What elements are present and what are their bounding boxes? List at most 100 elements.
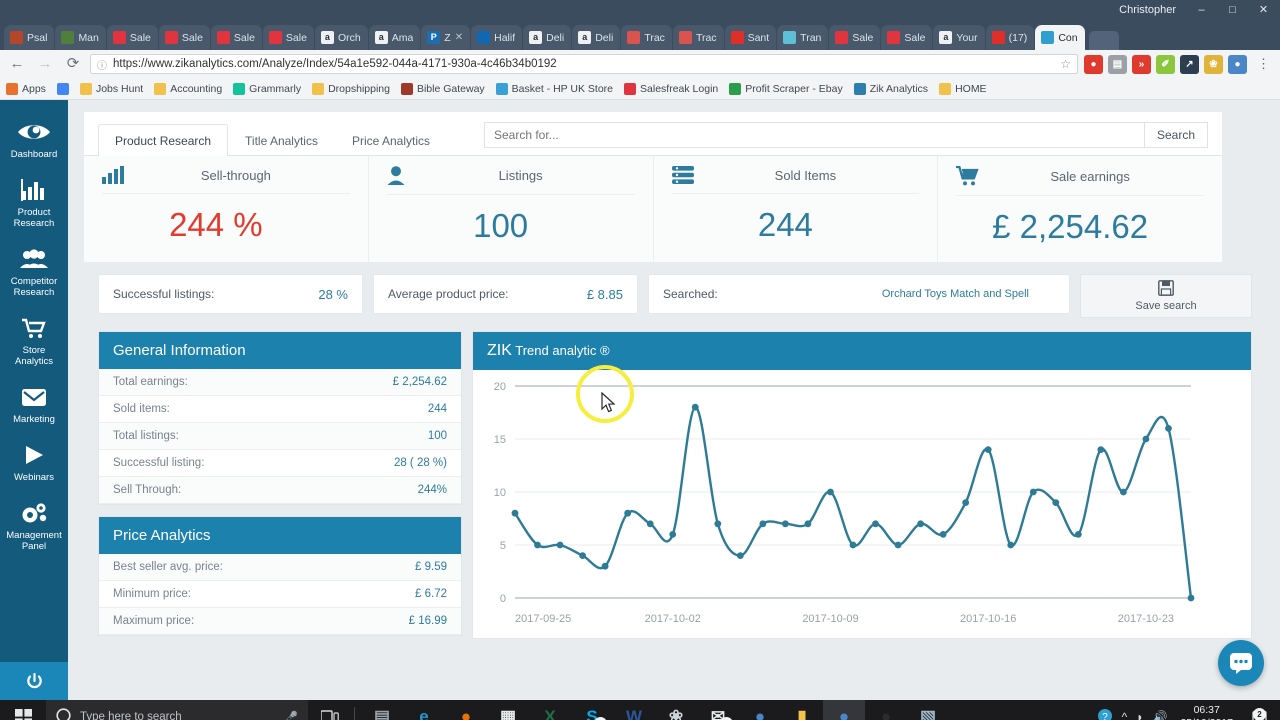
taskbar-app-excel[interactable]: X <box>529 700 571 720</box>
bookmark-item[interactable]: Zik Analytics <box>853 82 928 95</box>
bookmark-item[interactable]: Dropshipping <box>312 82 390 95</box>
chart-data-point[interactable] <box>691 403 699 411</box>
sidebar-item-dashboard[interactable]: Dashboard <box>0 110 68 168</box>
maximize-button[interactable]: □ <box>1218 1 1247 20</box>
chart-data-point[interactable] <box>917 520 924 528</box>
sidebar-item-product-research[interactable]: Product Research <box>0 168 68 237</box>
chart-data-point[interactable] <box>579 552 586 559</box>
chart-data-point[interactable] <box>1120 488 1127 496</box>
tab-price-analytics[interactable]: Price Analytics <box>335 124 447 156</box>
taskbar-app-explorer[interactable]: ▮ <box>781 700 823 720</box>
chart-data-point[interactable] <box>1187 594 1195 602</box>
chart-data-point[interactable] <box>556 541 564 549</box>
start-button[interactable] <box>0 700 46 720</box>
close-window-button[interactable]: ✕ <box>1249 1 1278 20</box>
chart-data-point[interactable] <box>872 520 879 528</box>
new-tab-button[interactable] <box>1088 31 1119 50</box>
browser-tab[interactable]: Sale <box>210 25 262 50</box>
browser-tab[interactable]: P Z ✕ <box>421 25 471 50</box>
taskbar-app-chrome[interactable]: ● <box>823 700 865 720</box>
taskbar-app-calculator[interactable]: ▦ <box>487 700 529 720</box>
globe-icon[interactable]: ● <box>1228 54 1247 74</box>
browser-tab[interactable]: Trac <box>672 25 724 50</box>
bookmark-item[interactable]: HOME <box>939 82 987 95</box>
chart-data-point[interactable] <box>782 520 789 528</box>
sidebar-item-competitor-research[interactable]: Competitor Research <box>0 237 68 306</box>
browser-tab[interactable]: a Deli <box>572 25 621 50</box>
adblock-icon[interactable]: ● <box>1084 54 1103 74</box>
profile-name[interactable]: Christopher <box>1111 2 1184 18</box>
reload-icon[interactable]: ⟳ <box>62 53 84 75</box>
chart-data-point[interactable] <box>624 509 632 517</box>
chart-data-point[interactable] <box>939 531 947 538</box>
browser-tab[interactable]: a Deli <box>523 25 572 50</box>
chart-data-point[interactable] <box>1007 541 1015 549</box>
back-icon[interactable]: ← <box>6 53 28 75</box>
browser-tab[interactable]: a Ama <box>368 25 421 50</box>
taskbar-app-firefox[interactable]: ● <box>445 700 487 720</box>
eyedropper-icon[interactable]: ✐ <box>1156 54 1175 74</box>
browser-tab[interactable]: Tran <box>777 25 829 50</box>
chart-data-point[interactable] <box>1097 446 1105 453</box>
chart-data-point[interactable] <box>534 541 541 549</box>
browser-tab[interactable]: Sale <box>106 25 158 50</box>
chart-data-point[interactable] <box>511 509 519 517</box>
trend-chart[interactable]: 0 5 10 15 20 2017-09-25 2017-10-02 2017-10-09 20… <box>473 370 1251 638</box>
browser-tab[interactable]: Sant <box>724 25 777 50</box>
chart-data-point[interactable] <box>1165 425 1172 432</box>
sidebar-item-marketing[interactable]: Marketing <box>0 375 68 433</box>
intercom-chat-button[interactable] <box>1218 640 1264 686</box>
chart-data-point[interactable] <box>827 488 834 496</box>
chart-data-point[interactable] <box>714 520 722 528</box>
bookmark-item[interactable]: Salesfreak Login <box>624 82 718 95</box>
notification-center-button[interactable]: 2 <box>1246 707 1272 720</box>
taskbar-app-photos[interactable]: ❀ <box>655 700 697 720</box>
microphone-icon[interactable]: 🎤 <box>284 710 298 720</box>
taskbar-clock[interactable]: 06:37 25/10/2017 <box>1176 704 1237 720</box>
browser-tab[interactable]: Psal <box>4 25 55 50</box>
chart-data-point[interactable] <box>669 531 677 538</box>
address-bar[interactable]: ⓘ https://www.zikanalytics.com/Analyze/I… <box>90 54 1078 74</box>
bookmark-item[interactable]: Jobs Hunt <box>79 82 143 95</box>
chart-data-point[interactable] <box>759 520 767 528</box>
taskbar-search-box[interactable]: Type here to search 🎤 <box>46 700 308 720</box>
bookmark-item[interactable]: Grammarly <box>233 82 301 95</box>
search-button[interactable]: Search <box>1143 122 1208 148</box>
taskbar-app-word[interactable]: W <box>613 700 655 720</box>
chart-data-point[interactable] <box>894 541 902 549</box>
taskbar-app-thunderbird[interactable]: ● <box>739 700 781 720</box>
browser-tab[interactable]: a Your <box>933 25 985 50</box>
minimize-button[interactable]: – <box>1187 1 1216 20</box>
task-view-button[interactable] <box>308 710 352 720</box>
browser-tab[interactable]: a Orch <box>314 25 368 50</box>
bookmark-item[interactable]: Apps <box>6 82 46 95</box>
taskbar-app-store[interactable]: ▧ <box>907 700 949 720</box>
taskbar-app-skype[interactable]: S1 <box>571 700 613 720</box>
chart-data-point[interactable] <box>984 446 992 453</box>
calendar-icon[interactable]: ▤ <box>1108 54 1127 74</box>
chart-data-point[interactable] <box>736 552 744 559</box>
sidebar-item-webinars[interactable]: Webinars <box>0 433 68 491</box>
chart-data-point[interactable] <box>1052 499 1060 506</box>
sidebar-item-management-panel[interactable]: Management Panel <box>0 491 68 560</box>
browser-tab[interactable]: Halif <box>471 25 523 50</box>
fastforward-icon[interactable]: » <box>1132 54 1151 74</box>
bookmark-item[interactable]: Basket - HP UK Store <box>495 82 613 95</box>
taskbar-app-backup[interactable]: ▤ <box>361 700 403 720</box>
chart-data-point[interactable] <box>646 520 654 528</box>
browser-tab[interactable]: Sale <box>829 25 881 50</box>
bookmark-item[interactable]: Bible Gateway <box>400 82 485 95</box>
chart-data-point[interactable] <box>1142 435 1150 443</box>
tab-title-analytics[interactable]: Title Analytics <box>228 124 335 156</box>
power-icon[interactable] <box>0 662 68 700</box>
tulip-icon[interactable]: ❀ <box>1204 54 1223 74</box>
chart-icon[interactable]: ↗ <box>1180 54 1199 74</box>
browser-tab[interactable]: Sale <box>158 25 210 50</box>
bookmark-item[interactable]: Profit Scraper - Ebay <box>729 82 843 95</box>
save-search-button[interactable]: Save search <box>1080 274 1252 318</box>
browser-tab[interactable]: Sale <box>881 25 933 50</box>
chart-data-point[interactable] <box>962 499 970 506</box>
sidebar-item-store-analytics[interactable]: Store Analytics <box>0 306 68 375</box>
bookmark-item[interactable]: Accounting <box>154 82 222 95</box>
close-tab-icon[interactable]: ✕ <box>455 32 463 43</box>
